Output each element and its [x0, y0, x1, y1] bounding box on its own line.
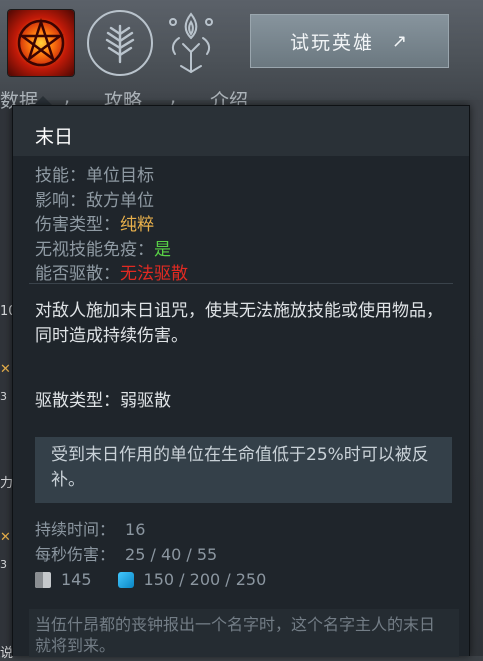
ability-stats: 技能：单位目标 影响：敌方单位 伤害类型：纯粹 无视技能免疫：是 能否驱散：无法… — [35, 164, 188, 287]
stat-affects-row: 影响：敌方单位 — [35, 189, 188, 214]
stat-label: 技能： — [35, 166, 86, 186]
stat-ability-row: 技能：单位目标 — [35, 164, 188, 189]
cost-row: 145 150 / 200 / 250 — [35, 570, 266, 589]
value-number: 16 — [125, 520, 146, 539]
flame-totem-icon — [169, 12, 213, 74]
stat-pierce-immunity-row: 无视技能免疫：是 — [35, 238, 188, 263]
try-hero-label: 试玩英雄 — [289, 31, 374, 54]
stat-label: 影响： — [35, 190, 86, 211]
value-label: 持续时间： — [35, 520, 116, 539]
page-left-edge: 10 ✕ 3 力 ✕ 3 说 — [0, 100, 17, 661]
divider — [29, 283, 453, 284]
dispel-type: 驱散类型：弱驱散 — [35, 391, 171, 411]
ability-lore: 当伍什昂都的丧钟报出一个名字时，这个名字主人的末日就将到来。 — [35, 615, 436, 655]
mana-cost-value: 150 / 200 / 250 — [143, 570, 267, 589]
mana-icon — [117, 571, 134, 588]
ability-name: 末日 — [35, 126, 74, 148]
ability-note: 受到末日作用的单位在生命值低于25%时可以被反补。 — [35, 437, 452, 503]
ability-description: 对敌人施加末日诅咒，使其无法施放技能或使用物品，同时造成持续伤害。 — [35, 301, 443, 346]
tree-rune-ability-icon[interactable] — [87, 10, 153, 76]
tooltip-header — [13, 106, 469, 156]
value-number: 25 / 40 / 55 — [125, 544, 218, 564]
page-right-edge — [470, 100, 483, 656]
flame-totem-ability-icon[interactable] — [163, 8, 219, 78]
ability-tooltip: 末日 技能：单位目标 影响：敌方单位 伤害类型：纯粹 无视技能免疫：是 能否驱散… — [12, 105, 470, 657]
duration-row: 持续时间： 16 — [35, 518, 217, 543]
external-arrow-icon: ↗ — [391, 30, 410, 52]
stat-value: 是 — [154, 239, 171, 260]
stat-value: 单位目标 — [86, 166, 154, 186]
pentagram-icon — [17, 17, 65, 67]
cooldown-icon — [35, 571, 51, 588]
dps-row: 每秒伤害： 25 / 40 / 55 — [35, 543, 217, 568]
tree-rune-icon — [105, 24, 135, 64]
doom-ability-icon[interactable] — [8, 10, 74, 76]
stat-value: 无法驱散 — [120, 264, 188, 284]
stat-label: 无视技能免疫： — [35, 239, 154, 260]
value-label: 每秒伤害： — [35, 544, 116, 564]
stat-value: 纯粹 — [120, 215, 154, 235]
stat-value: 敌方单位 — [86, 190, 154, 211]
stat-label: 伤害类型： — [35, 215, 120, 235]
try-hero-button[interactable]: 试玩英雄 ↗ — [250, 14, 449, 68]
ability-values: 持续时间： 16 每秒伤害： 25 / 40 / 55 — [35, 518, 217, 567]
stat-label: 能否驱散： — [35, 264, 120, 284]
stat-damage-type-row: 伤害类型：纯粹 — [35, 213, 188, 238]
tooltip-pointer — [34, 96, 52, 105]
cooldown-value: 145 — [61, 570, 92, 589]
